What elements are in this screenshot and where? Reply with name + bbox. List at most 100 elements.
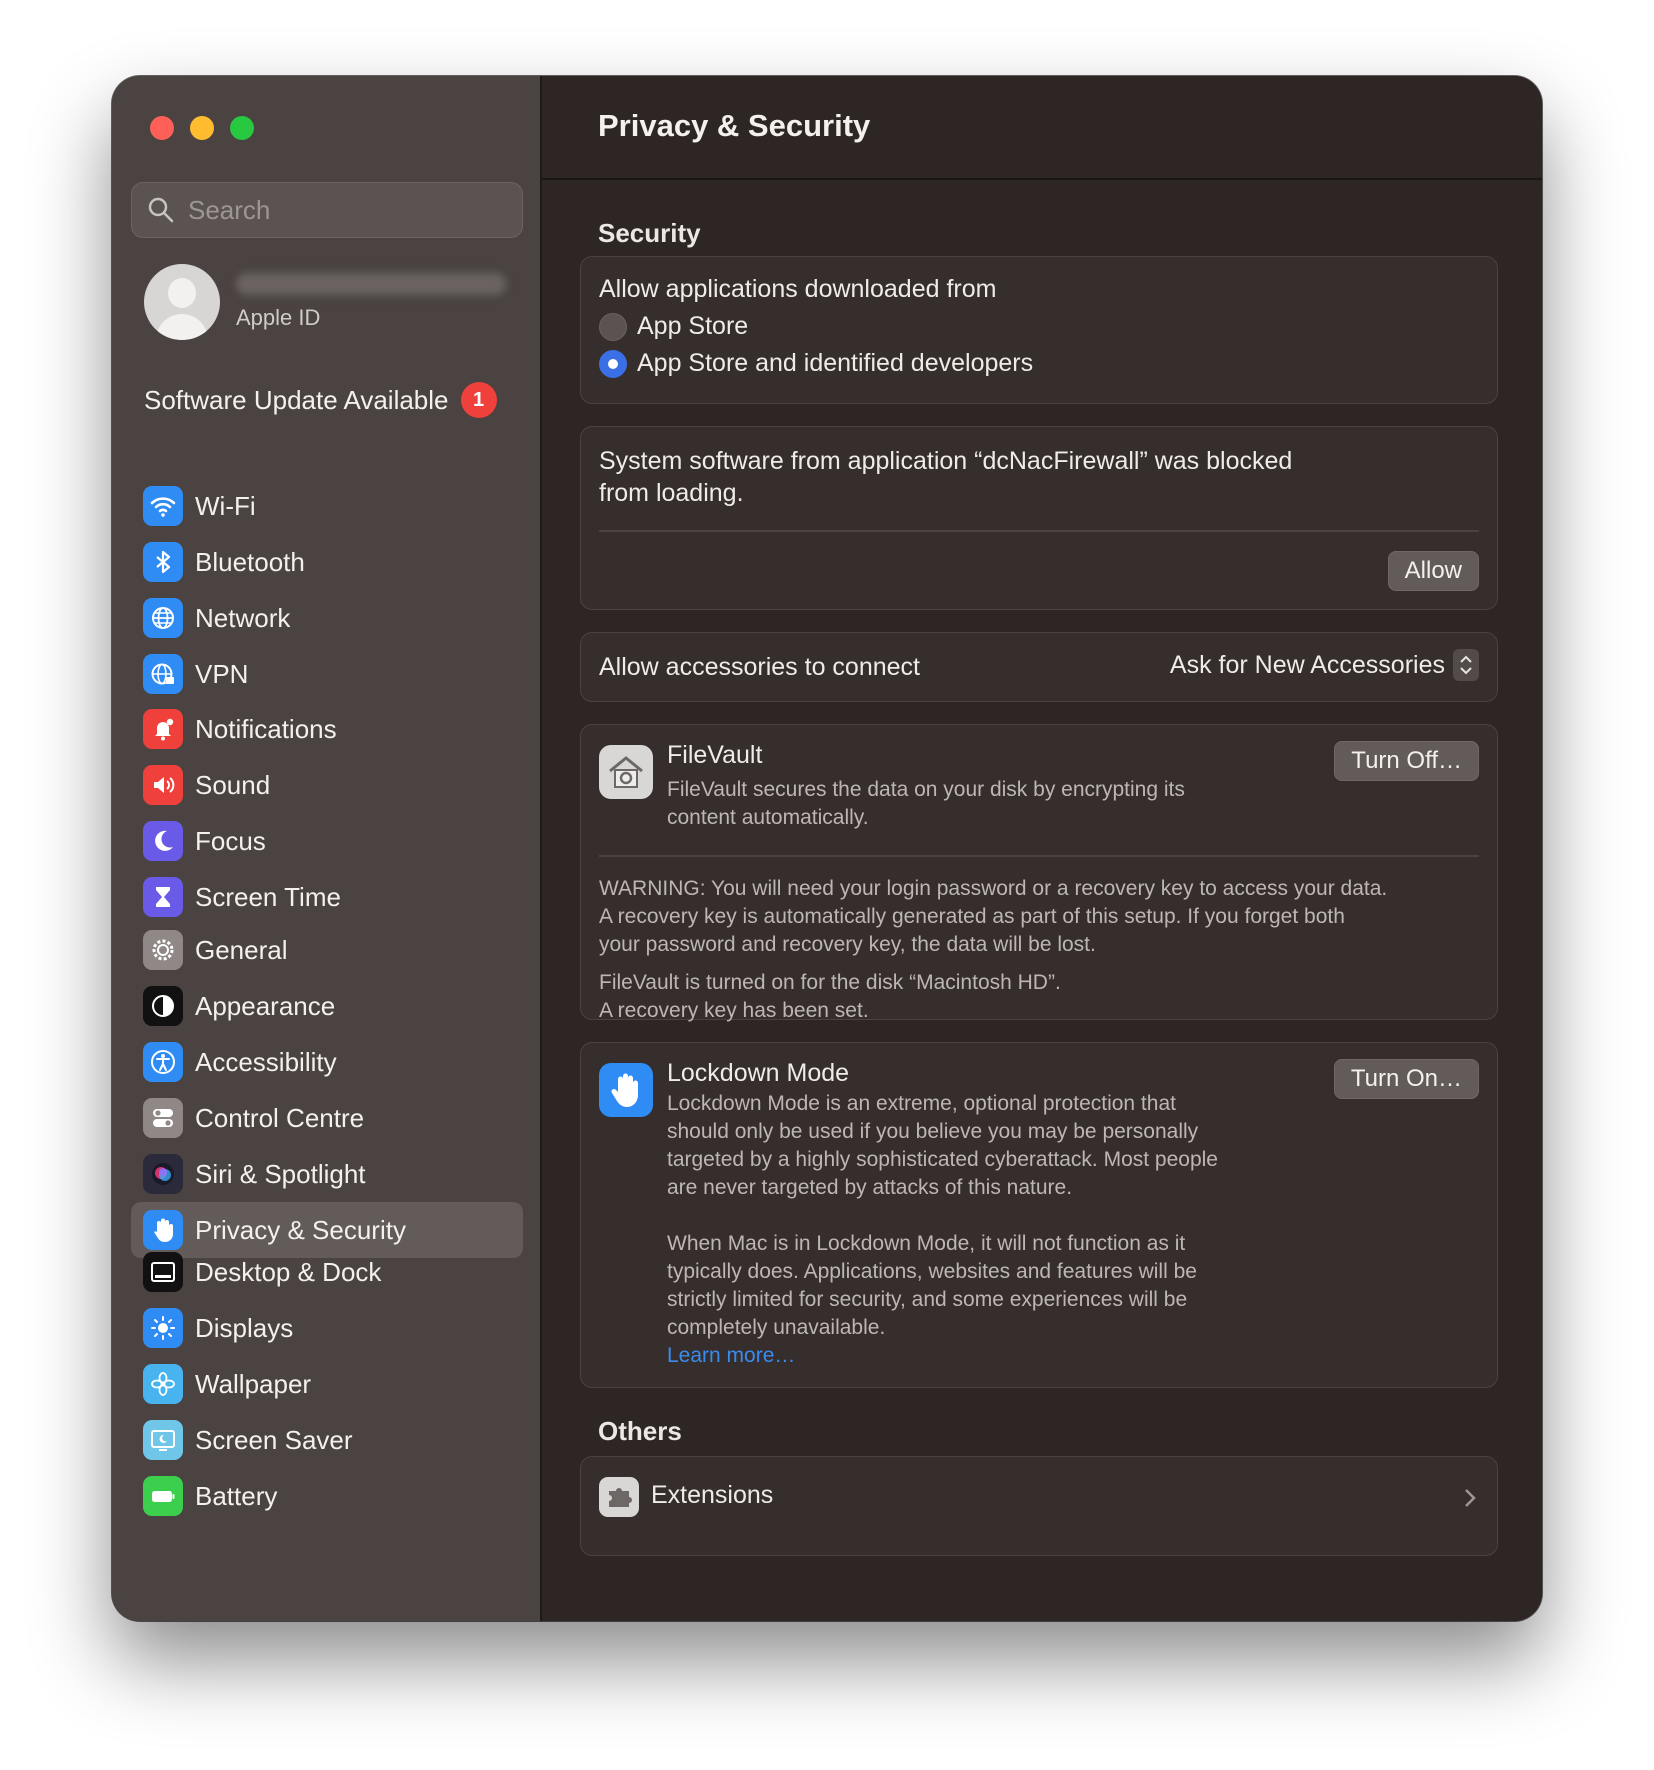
update-count-badge: 1 <box>460 382 497 418</box>
sidebar-item-battery[interactable]: Battery <box>131 1468 523 1524</box>
search-input[interactable] <box>188 194 488 226</box>
sidebar-item-appearance[interactable]: Appearance <box>131 978 523 1034</box>
lockdown-p1-line4: are never targeted by attacks of this na… <box>667 1176 1073 1199</box>
sidebar-item-label: Privacy & Security <box>195 1214 406 1245</box>
settings-window: Apple ID Software Update Available 1 Wi-… <box>112 76 1542 1621</box>
sidebar-item-label: Bluetooth <box>195 546 305 577</box>
hourglass-icon <box>143 877 183 917</box>
radio-app-store-circle[interactable] <box>599 312 627 341</box>
accessories-popup[interactable]: Ask for New Accessories <box>1170 649 1479 681</box>
sidebar-group: Desktop & Dock Displays Wallpaper Screen Sa… <box>131 1244 523 1524</box>
security-section-title: Security <box>598 218 701 248</box>
accessibility-icon <box>143 1042 183 1082</box>
sidebar-item-label: Wallpaper <box>195 1368 312 1399</box>
apple-id-account[interactable]: Apple ID <box>144 264 506 340</box>
sidebar-group: Notifications Sound Focus Screen Time <box>131 701 523 925</box>
filevault-turn-off-button[interactable]: Turn Off… <box>1334 741 1479 781</box>
search-field[interactable] <box>131 182 523 238</box>
globe-icon <box>143 598 183 638</box>
minimize-button[interactable] <box>190 116 214 140</box>
sidebar-item-siri-spotlight[interactable]: Siri & Spotlight <box>131 1146 523 1202</box>
sidebar-item-bluetooth[interactable]: Bluetooth <box>131 534 523 590</box>
sidebar-item-notifications[interactable]: Notifications <box>131 701 523 757</box>
sidebar-item-wallpaper[interactable]: Wallpaper <box>131 1356 523 1412</box>
zoom-button[interactable] <box>230 116 254 140</box>
account-name-redacted <box>236 273 506 295</box>
sidebar-item-label: Control Centre <box>195 1102 365 1133</box>
lockdown-hand-icon <box>599 1063 653 1117</box>
screensaver-icon <box>143 1420 183 1460</box>
sidebar-item-label: Screen Saver <box>195 1424 353 1455</box>
lockdown-card: Lockdown Mode Lockdown Mode is an extrem… <box>580 1042 1498 1388</box>
sidebar-item-label: Appearance <box>195 990 336 1021</box>
sidebar-item-wi-fi[interactable]: Wi-Fi <box>131 478 523 534</box>
sidebar-item-network[interactable]: Network <box>131 590 523 646</box>
extensions-row[interactable]: Extensions <box>580 1456 1498 1556</box>
sidebar-item-label: Displays <box>195 1312 294 1343</box>
blocked-software-card: System software from application “dcNacF… <box>580 426 1498 610</box>
sidebar-item-label: Sound <box>195 769 271 800</box>
sidebar-item-label: General <box>195 934 288 965</box>
popup-chevrons-icon <box>1453 649 1479 681</box>
sidebar-item-desktop-dock[interactable]: Desktop & Dock <box>131 1244 523 1300</box>
speaker-icon <box>143 765 183 805</box>
sidebar-item-label: Screen Time <box>195 881 341 912</box>
lockdown-p1-line3: targeted by a highly sophisticated cyber… <box>667 1148 1218 1171</box>
sidebar-item-label: Accessibility <box>195 1046 337 1077</box>
chevron-right-icon <box>1465 1489 1476 1507</box>
sidebar-item-focus[interactable]: Focus <box>131 813 523 869</box>
learn-more-link[interactable]: Learn more… <box>667 1342 1218 1370</box>
sidebar-item-accessibility[interactable]: Accessibility <box>131 1034 523 1090</box>
radio-app-store[interactable]: App Store <box>599 312 1033 341</box>
wifi-icon <box>143 486 183 526</box>
avatar <box>144 264 220 340</box>
gear-icon <box>143 930 183 970</box>
lockdown-p2-line2: typically does. Applications, websites a… <box>667 1260 1197 1283</box>
bluetooth-icon <box>143 542 183 582</box>
accessories-card: Allow accessories to connect Ask for New… <box>580 632 1498 702</box>
others-section-title: Others <box>598 1416 682 1446</box>
sidebar-item-label: Notifications <box>195 713 337 744</box>
sidebar-item-sound[interactable]: Sound <box>131 757 523 813</box>
accessories-value: Ask for New Accessories <box>1169 650 1445 679</box>
page-title: Privacy & Security <box>598 108 871 143</box>
window-controls <box>150 116 254 140</box>
sidebar-item-screen-time[interactable]: Screen Time <box>131 869 523 925</box>
radio-identified-label: App Store and identified developers <box>637 349 1034 377</box>
blocked-message-line2: from loading. <box>599 479 744 507</box>
radio-app-store-label: App Store <box>637 312 749 340</box>
sidebar-item-general[interactable]: General <box>131 922 523 978</box>
filevault-warning-line2: A recovery key is automatically generate… <box>599 905 1345 928</box>
close-button[interactable] <box>150 116 174 140</box>
sidebar-item-vpn[interactable]: VPN <box>131 646 523 702</box>
sidebar-item-displays[interactable]: Displays <box>131 1300 523 1356</box>
sidebar-item-label: Focus <box>195 825 266 856</box>
lockdown-p2-line1: When Mac is in Lockdown Mode, it will no… <box>667 1232 1186 1255</box>
accessories-label: Allow accessories to connect <box>599 653 920 681</box>
sidebar-item-screen-saver[interactable]: Screen Saver <box>131 1412 523 1468</box>
filevault-icon <box>599 745 653 799</box>
blocked-message-line1: System software from application “dcNacF… <box>599 447 1293 475</box>
bell-icon <box>143 709 183 749</box>
allow-button[interactable]: Allow <box>1387 551 1479 591</box>
filevault-desc-line2: content automatically. <box>667 806 869 829</box>
lockdown-p1-line1: Lockdown Mode is an extreme, optional pr… <box>667 1092 1176 1115</box>
radio-identified[interactable]: App Store and identified developers <box>599 349 1033 378</box>
main-pane: Privacy & Security Security Allow applic… <box>542 76 1542 1621</box>
software-update-item[interactable]: Software Update Available 1 <box>144 382 497 418</box>
software-update-label: Software Update Available <box>144 384 449 415</box>
filevault-warning-line3: your password and recovery key, the data… <box>599 933 1096 956</box>
appearance-icon <box>143 986 183 1026</box>
radio-identified-circle[interactable] <box>599 349 627 378</box>
downloads-heading: Allow applications downloaded from <box>599 275 997 303</box>
lockdown-turn-on-button[interactable]: Turn On… <box>1333 1059 1479 1099</box>
siri-icon <box>143 1154 183 1194</box>
sidebar-item-label: Network <box>195 602 291 633</box>
filevault-card: FileVault FileVault secures the data on … <box>580 724 1498 1022</box>
moon-icon <box>143 821 183 861</box>
sidebar-item-label: Siri & Spotlight <box>195 1158 366 1189</box>
extensions-puzzle-icon <box>599 1477 639 1517</box>
flower-icon <box>143 1364 183 1404</box>
lockdown-title: Lockdown Mode <box>667 1059 850 1087</box>
sidebar-item-control-centre[interactable]: Control Centre <box>131 1090 523 1146</box>
